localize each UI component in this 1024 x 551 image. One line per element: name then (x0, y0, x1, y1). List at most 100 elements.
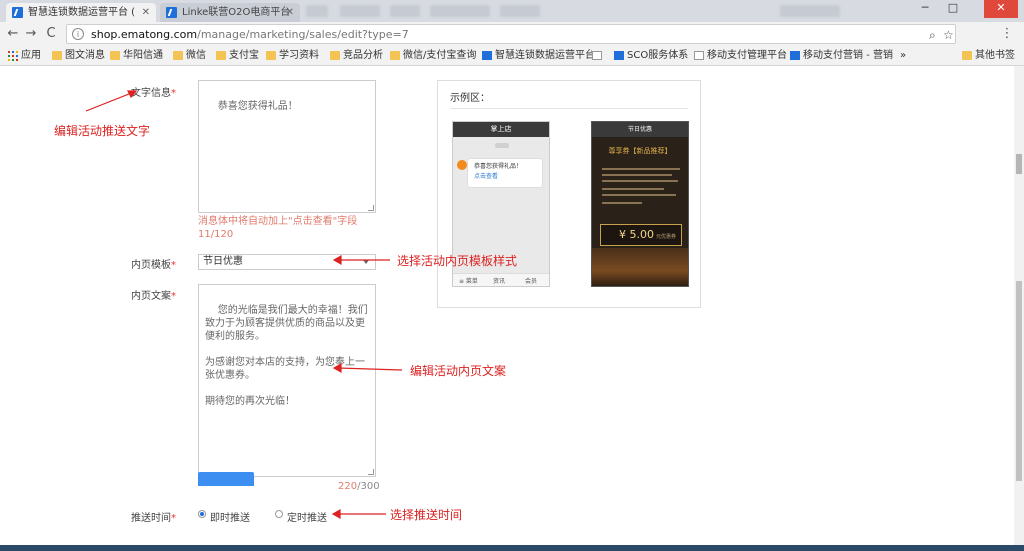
scroll-marker (1016, 154, 1022, 174)
bookmark-item[interactable]: 微信 (173, 46, 206, 66)
folder-icon (110, 51, 120, 60)
bookmark-item[interactable]: 移动支付管理平台 (694, 46, 787, 66)
folder-icon (173, 51, 183, 60)
blurred-area (390, 5, 420, 17)
bookmark-item[interactable]: 微信/支付宝查询 (390, 46, 476, 66)
back-button[interactable]: ← (4, 25, 22, 43)
text-line (602, 188, 664, 190)
bookmark-item[interactable]: 支付宝 (216, 46, 259, 66)
bookmark-apps[interactable]: 应用 (8, 46, 41, 66)
address-bar[interactable]: i shop.ematong.com/manage/marketing/sale… (66, 24, 956, 44)
avatar (457, 160, 467, 170)
folder-icon (216, 51, 226, 60)
page-heading: 尊享券【新品推荐】 (608, 147, 672, 155)
page-scrollbar[interactable] (1014, 66, 1024, 551)
blurred-area (340, 5, 380, 17)
annotation-choose-template: 选择活动内页模板样式 (397, 254, 518, 268)
push-time-label: 推送时间* (131, 513, 176, 524)
forward-button[interactable]: → (22, 25, 40, 43)
tab-title: Linke联营O2O电商平台 (182, 7, 291, 18)
timestamp-pill (495, 143, 509, 148)
blue-icon (614, 51, 624, 60)
preview-title: 示例区： (450, 93, 490, 104)
taskbar (0, 545, 1024, 551)
blurred-area (780, 5, 840, 17)
search-icon[interactable]: ⌕ (929, 25, 936, 45)
bookmark-other[interactable]: 其他书签 (962, 46, 1015, 66)
brand-icon (12, 7, 23, 18)
bookmark-item[interactable]: 移动支付营销 - 营销 (790, 46, 893, 66)
phone-header: 掌上店 (453, 122, 549, 137)
text-line (602, 202, 642, 204)
blue-icon (790, 51, 800, 60)
folder-icon (962, 51, 972, 60)
brand-icon (166, 7, 177, 18)
save-button[interactable] (198, 472, 254, 486)
close-window-button[interactable]: ✕ (984, 0, 1018, 18)
url-text: shop.ematong.com/manage/marketing/sales/… (91, 28, 409, 41)
tab-title: 智慧连锁数据运营平台 ( (28, 7, 136, 18)
chevron-down-icon (363, 260, 369, 264)
bookmark-item[interactable]: 华阳信通 (110, 46, 163, 66)
text-info-hint: 消息体中将自动加上"点击查看"字段 11/120 (198, 215, 378, 241)
apps-icon (8, 51, 18, 60)
resize-handle-icon[interactable] (368, 205, 374, 211)
brand-icon (482, 51, 492, 60)
bookmark-item[interactable]: 智慧连锁数据运营平台 (482, 46, 595, 66)
browser-toolbar: ← → C i shop.ematong.com/manage/marketin… (0, 22, 1024, 46)
star-icon[interactable]: ☆ (943, 25, 954, 45)
tab-active[interactable]: 智慧连锁数据运营平台 ( ✕ (6, 3, 156, 22)
annotation-choose-time: 选择推送时间 (390, 508, 463, 522)
radio-unchecked-icon[interactable] (275, 510, 283, 518)
annotation-edit-body: 编辑活动内页文案 (410, 364, 507, 378)
text-line (602, 174, 672, 176)
folder-icon (266, 51, 276, 60)
annotation-edit-text: 编辑活动推送文字 (54, 124, 151, 138)
bookmark-item[interactable]: 学习资料 (266, 46, 319, 66)
close-tab-icon[interactable]: ✕ (142, 3, 150, 22)
tab-inactive[interactable]: Linke联营O2O电商平台 ✕ (160, 3, 300, 22)
resize-handle-icon[interactable] (368, 469, 374, 475)
preview-panel: 示例区： 掌上店 恭喜您获得礼品！ 点击查看 ≡ 菜单 资讯 会员 节日优惠 尊… (437, 80, 701, 308)
preview-phone-page: 节日优惠 尊享券【新品推荐】 ¥ 5.00 元优惠券 (591, 121, 689, 287)
phone-header: 节日优惠 (592, 122, 688, 137)
body-counter: 220/300 (338, 481, 380, 492)
radio-checked-icon[interactable] (198, 510, 206, 518)
restore-button[interactable]: □ (940, 0, 966, 18)
template-select[interactable]: 节日优惠 (198, 254, 376, 270)
arrowhead-icon (331, 508, 341, 520)
template-label: 内页模板* (131, 260, 176, 271)
new-tab-button[interactable] (306, 5, 328, 17)
text-line (602, 168, 680, 170)
bookmark-item[interactable]: SCO服务体系 (614, 46, 688, 66)
minimize-button[interactable]: ─ (912, 0, 938, 18)
bookmark-item[interactable]: 竞品分析 (330, 46, 383, 66)
divider (450, 108, 688, 109)
bookmark-item[interactable]: 图文消息 (52, 46, 105, 66)
message-bubble: 恭喜您获得礼品！ 点击查看 (467, 158, 543, 188)
folder-icon (52, 51, 62, 60)
page-icon (694, 51, 704, 60)
body-textarea[interactable]: 您的光临是我们最大的幸福！我们致力于为顾客提供优质的商品以及更便利的服务。 为感… (198, 284, 376, 477)
phone-menu-bar: ≡ 菜单 资讯 会员 (453, 273, 549, 286)
text-line (602, 194, 676, 196)
scrollbar-thumb[interactable] (1016, 281, 1022, 481)
folder-icon (330, 51, 340, 60)
reload-button[interactable]: C (42, 25, 60, 43)
more-bookmarks-icon[interactable]: » (900, 46, 914, 66)
background-image (592, 248, 688, 286)
text-info-textarea[interactable]: 恭喜您获得礼品！ (198, 80, 376, 213)
text-line (602, 180, 678, 182)
info-icon[interactable]: i (72, 28, 84, 40)
menu-icon[interactable]: ⋮ (998, 25, 1016, 43)
text-info-label: 文字信息* (131, 88, 176, 99)
blurred-area (430, 5, 490, 17)
close-tab-icon[interactable]: ✕ (286, 3, 294, 22)
body-label: 内页文案* (131, 291, 176, 302)
bookmarks-bar: 应用 图文消息 华阳信通 微信 支付宝 学习资料 竞品分析 微信/支付宝查询 智… (0, 46, 1024, 66)
page-icon (592, 51, 602, 60)
browser-tab-strip: 智慧连锁数据运营平台 ( ✕ Linke联营O2O电商平台 ✕ ─ □ ✕ (0, 0, 1024, 22)
coupon-card: ¥ 5.00 元优惠券 (600, 224, 682, 246)
folder-icon (390, 51, 400, 60)
text-info-counter: 11/120 (198, 229, 234, 240)
